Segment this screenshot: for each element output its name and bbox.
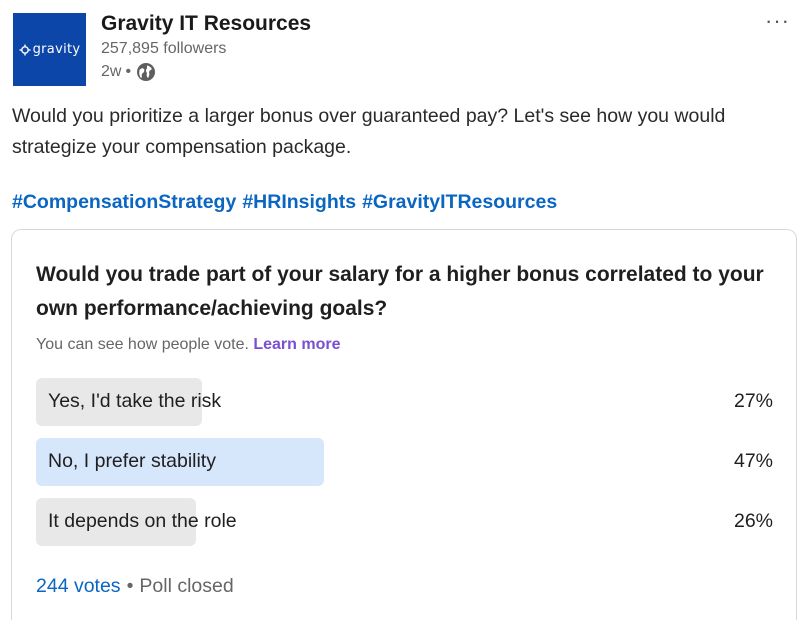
poll-option-label: Yes, I'd take the risk — [48, 390, 222, 412]
vote-count-link[interactable]: 244 votes — [36, 575, 121, 597]
footer-separator: • — [126, 575, 134, 597]
post-meta: 2w • — [101, 62, 156, 82]
meta-separator: • — [125, 63, 132, 80]
more-options-icon[interactable]: ··· — [765, 8, 790, 34]
company-logo[interactable]: gravity — [13, 13, 86, 86]
hashtag-list: #CompensationStrategy #HRInsights #Gravity… — [12, 191, 563, 214]
gear-icon — [19, 44, 31, 55]
post-time: 2w — [101, 63, 122, 80]
company-name[interactable]: Gravity IT Resources — [101, 12, 311, 36]
poll-option[interactable]: It depends on the role 26% — [36, 498, 773, 546]
logo-mark: gravity — [19, 42, 81, 57]
hashtag-link[interactable]: #GravityITResources — [362, 191, 557, 213]
poll-status: Poll closed — [139, 575, 234, 597]
poll-option[interactable]: No, I prefer stability 47% — [36, 438, 773, 486]
hashtag-link[interactable]: #HRInsights — [242, 191, 356, 213]
poll-note-text: You can see how people vote. — [36, 336, 249, 353]
poll-card: Would you trade part of your salary for … — [11, 229, 797, 620]
post-body: Would you prioritize a larger bonus over… — [12, 105, 726, 158]
globe-icon — [137, 63, 156, 81]
logo-text: gravity — [32, 42, 81, 57]
poll-option-percent: 27% — [733, 390, 773, 412]
poll-option-label: No, I prefer stability — [48, 450, 216, 472]
poll-question: Would you trade part of your salary for … — [36, 263, 764, 320]
poll-option[interactable]: Yes, I'd take the risk 27% — [36, 378, 773, 426]
poll-option-label: It depends on the role — [48, 510, 237, 532]
hashtag-link[interactable]: #CompensationStrategy — [12, 191, 236, 213]
poll-option-percent: 47% — [733, 450, 773, 472]
poll-option-percent: 26% — [733, 510, 773, 532]
poll-footer: 244 votes • Poll closed — [36, 575, 234, 598]
poll-note: You can see how people vote. Learn more — [36, 336, 341, 354]
learn-more-link[interactable]: Learn more — [253, 336, 340, 353]
follower-count: 257,895 followers — [101, 40, 227, 57]
